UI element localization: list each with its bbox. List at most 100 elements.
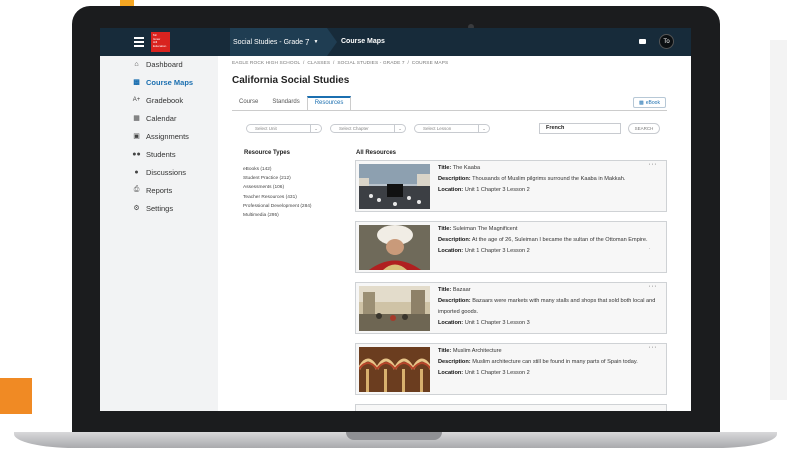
resource-description: Bazaars were markets with many stalls an… <box>438 298 656 315</box>
sidebar-item-label: Gradebook <box>146 95 184 105</box>
resource-thumbnail <box>359 347 430 392</box>
sidebar: ⌂ Dashboard ▩ Course Maps A+ Gradebook ▦… <box>100 56 218 411</box>
breadcrumb-item[interactable]: EAGLE ROCK HIGH SCHOOL <box>232 61 300 66</box>
resource-location: Unit 1 Chapter 3 Lesson 2 <box>464 187 530 193</box>
resource-title: Muslim Architecture <box>452 348 502 354</box>
sidebar-item-label: Reports <box>146 185 173 195</box>
chat-icon: ● <box>134 168 139 176</box>
sidebar-item-label: Assignments <box>146 131 189 141</box>
resource-type-item[interactable]: Professional Development (284) <box>243 204 312 213</box>
resource-description: Muslim architecture can still be found i… <box>472 359 638 365</box>
breadcrumb-item[interactable]: SOCIAL STUDIES - GRADE 7 <box>337 61 404 66</box>
sidebar-item-label: Students <box>146 149 176 159</box>
select-unit[interactable]: Select Unit ⌄ <box>246 124 322 133</box>
resource-card-partial[interactable] <box>355 404 667 411</box>
more-options-icon[interactable]: ··· <box>649 344 658 351</box>
chevron-down-icon: ▼ <box>313 39 319 45</box>
resource-details: Title: The Kaaba Description: Thousands … <box>438 163 663 196</box>
course-selector[interactable]: Social Studies - Grade 7 ▼ <box>230 28 327 56</box>
printer-icon: ⎙ <box>133 186 140 193</box>
description-label: Description: <box>438 359 471 365</box>
sidebar-item-course-maps[interactable]: ▩ Course Maps <box>132 75 193 89</box>
chevron-down-icon: ⌄ <box>310 125 321 132</box>
page-title: California Social Studies <box>232 75 350 86</box>
resource-types-heading: Resource Types <box>244 150 290 156</box>
tab-standards[interactable]: Standards <box>265 96 306 110</box>
search-input[interactable]: French <box>539 123 621 134</box>
sidebar-item-label: Discussions <box>146 167 187 177</box>
document-icon: ▣ <box>133 133 140 140</box>
resource-card[interactable]: Title: Suleiman The Magnificent Descript… <box>355 221 667 273</box>
title-label: Title: <box>438 165 452 171</box>
tab-divider <box>232 110 667 111</box>
grade-icon: A+ <box>132 97 141 103</box>
location-label: Location: <box>438 320 464 326</box>
users-icon: ●● <box>132 150 141 158</box>
topbar-page-title: Course Maps <box>341 38 385 45</box>
hamburger-menu-icon[interactable] <box>134 37 144 47</box>
location-label: Location: <box>438 248 464 254</box>
location-label: Location: <box>438 187 464 193</box>
resource-card[interactable]: Title: Bazaar Description: Bazaars were … <box>355 282 667 334</box>
tab-course[interactable]: Course <box>232 96 265 110</box>
more-options-icon[interactable]: ··· <box>649 161 658 168</box>
select-lesson[interactable]: Select Lesson ⌄ <box>414 124 490 133</box>
resource-card[interactable]: Title: The Kaaba Description: Thousands … <box>355 160 667 212</box>
sidebar-item-dashboard[interactable]: ⌂ Dashboard <box>132 57 182 71</box>
ebook-button[interactable]: ▩ eBook <box>633 97 666 108</box>
sidebar-item-gradebook[interactable]: A+ Gradebook <box>132 93 183 107</box>
description-label: Description: <box>438 176 471 182</box>
resource-type-item[interactable]: Teacher Resources (431) <box>243 195 312 204</box>
mail-icon[interactable] <box>639 39 646 44</box>
home-icon: ⌂ <box>134 60 139 68</box>
location-label: Location: <box>438 370 464 376</box>
calendar-icon: ▦ <box>133 115 140 122</box>
all-resources-heading: All Resources <box>356 150 397 156</box>
description-label: Description: <box>438 298 471 304</box>
resource-thumbnail <box>359 164 430 209</box>
resource-type-item[interactable]: Student Practice (212) <box>243 176 312 185</box>
sidebar-item-discussions[interactable]: ● Discussions <box>132 165 186 179</box>
select-chapter[interactable]: Select Chapter ⌄ <box>330 124 406 133</box>
sidebar-item-label: Calendar <box>146 113 177 123</box>
laptop-notch <box>346 432 442 440</box>
sidebar-item-label: Settings <box>146 203 174 213</box>
resource-details: Title: Muslim Architecture Description: … <box>438 346 663 379</box>
sidebar-item-calendar[interactable]: ▦ Calendar <box>132 111 176 125</box>
chevron-down-icon: ⌄ <box>394 125 405 132</box>
resource-card[interactable]: Title: Muslim Architecture Description: … <box>355 343 667 395</box>
description-label: Description: <box>438 237 471 243</box>
sidebar-item-settings[interactable]: ⚙ Settings <box>132 201 173 215</box>
sidebar-item-reports[interactable]: ⎙ Reports <box>132 183 173 197</box>
select-chapter-value: Select Chapter <box>339 126 369 131</box>
resource-details: Title: Suleiman The Magnificent Descript… <box>438 224 663 257</box>
resource-type-item[interactable]: eBooks (142) <box>243 167 312 176</box>
select-lesson-value: Select Lesson <box>423 126 452 131</box>
select-unit-value: Select Unit <box>255 126 277 131</box>
resource-description: Thousands of Muslim pilgrims surround th… <box>472 176 626 182</box>
chevron-down-icon: ⌄ <box>478 125 489 132</box>
resource-description: At the age of 26, Suleiman I became the … <box>471 237 648 243</box>
decor-right-panel <box>770 40 787 400</box>
resource-type-item[interactable]: Assessments (106) <box>243 185 312 194</box>
avatar[interactable]: To <box>659 34 674 49</box>
sidebar-item-assignments[interactable]: ▣ Assignments <box>132 129 189 143</box>
resource-title: Suleiman The Magnificent <box>452 226 518 232</box>
tab-bar: Course Standards Resources <box>232 96 352 110</box>
breadcrumb: EAGLE ROCK HIGH SCHOOL / CLASSES / SOCIA… <box>232 61 449 66</box>
sidebar-item-students[interactable]: ●● Students <box>132 147 176 161</box>
gear-icon: ⚙ <box>133 205 140 212</box>
resource-title: The Kaaba <box>452 165 481 171</box>
resource-location: Unit 1 Chapter 3 Lesson 2 <box>464 370 530 376</box>
ebook-label: eBook <box>645 99 660 106</box>
title-label: Title: <box>438 226 452 232</box>
more-options-icon[interactable]: ··· <box>649 283 658 290</box>
resource-type-item[interactable]: Multimedia (295) <box>243 213 312 222</box>
title-label: Title: <box>438 348 452 354</box>
breadcrumb-item: COURSE MAPS <box>411 61 449 66</box>
breadcrumb-item[interactable]: CLASSES <box>307 61 330 66</box>
divider-dot: . <box>648 245 650 251</box>
brand-logo[interactable]: Mc Graw Hill Education <box>151 32 170 52</box>
search-button[interactable]: SEARCH <box>628 123 660 134</box>
tab-resources[interactable]: Resources <box>306 96 352 110</box>
